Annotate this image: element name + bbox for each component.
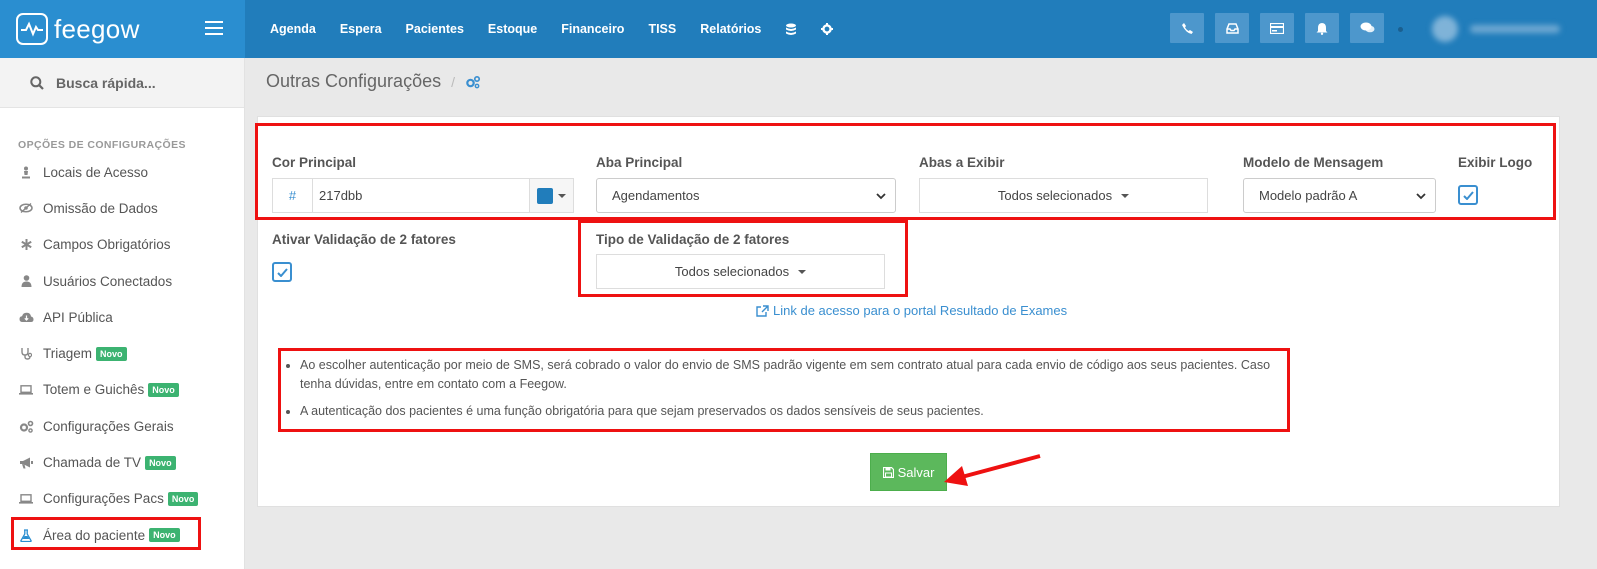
sidebar-item-label: Omissão de Dados (43, 200, 158, 216)
portal-link[interactable]: Link de acesso para o portal Resultado d… (756, 303, 1067, 318)
nav-estoque[interactable]: Estoque (488, 22, 537, 36)
user-name-blurred (1470, 25, 1560, 33)
nav-tiss[interactable]: TISS (648, 22, 676, 36)
main-nav: Agenda Espera Pacientes Estoque Financei… (270, 0, 857, 58)
validacao-2f-checkbox[interactable] (272, 262, 292, 282)
quick-search (0, 58, 244, 108)
save-button[interactable]: Salvar (870, 453, 947, 491)
gears-icon (466, 75, 481, 88)
sidebar-item-campos-obrigatorios[interactable]: Campos Obrigatórios (0, 227, 244, 263)
database-icon[interactable] (785, 23, 797, 36)
laptop-icon (18, 383, 34, 397)
new-badge: Novo (96, 346, 127, 361)
save-label: Salvar (897, 464, 935, 480)
sidebar-item-label: Totem e Guichês (43, 382, 145, 398)
sidebar-list: Locais de Acesso Omissão de Dados Campos… (0, 154, 244, 553)
top-bar: feegow Agenda Espera Pacientes Estoque F… (0, 0, 1597, 58)
sidebar-item-chamada-tv[interactable]: Chamada de TV Novo (0, 444, 244, 480)
asterisk-icon (18, 238, 34, 252)
breadcrumb-separator: / (451, 73, 455, 90)
nav-espera[interactable]: Espera (340, 22, 382, 36)
validacao-2f-label: Ativar Validação de 2 fatores (272, 232, 456, 247)
stethoscope-icon (18, 347, 34, 361)
heartbeat-logo-icon (16, 13, 48, 45)
sidebar-item-omissao-dados[interactable]: Omissão de Dados (0, 190, 244, 226)
chat-icon[interactable] (1350, 13, 1384, 43)
phone-icon[interactable] (1170, 13, 1204, 43)
eye-slash-icon (18, 201, 34, 215)
status-dot (1398, 27, 1403, 32)
arrow-annotation-icon (944, 454, 1041, 486)
bullhorn-icon (18, 456, 34, 470)
laptop-icon (18, 492, 34, 506)
highlight-box-row1 (255, 123, 1556, 220)
card-icon[interactable] (1260, 13, 1294, 43)
user-menu[interactable] (1432, 16, 1572, 42)
portal-link-text: Link de acesso para o portal Resultado d… (773, 303, 1068, 318)
nav-relatorios[interactable]: Relatórios (700, 22, 761, 36)
sidebar-item-configuracoes-gerais[interactable]: Configurações Gerais (0, 408, 244, 444)
check-icon (276, 267, 288, 277)
nav-agenda[interactable]: Agenda (270, 22, 316, 36)
breadcrumb: Outras Configurações / (266, 71, 481, 92)
brand-name: feegow (54, 13, 140, 44)
sidebar-item-label: Usuários Conectados (43, 273, 173, 289)
sidebar-item-totem-guiches[interactable]: Totem e Guichês Novo (0, 372, 244, 408)
sidebar-item-configuracoes-pacs[interactable]: Configurações Pacs Novo (0, 481, 244, 517)
external-link-icon (756, 304, 769, 317)
highlight-box-sidebar (11, 517, 201, 550)
sidebar-item-triagem[interactable]: Triagem Novo (0, 335, 244, 371)
sidebar-item-label: API Pública (43, 309, 113, 325)
highlight-box-tipo-validacao (578, 220, 908, 297)
user-icon (18, 274, 34, 288)
menu-toggle-icon[interactable] (205, 21, 223, 35)
sidebar: OPÇÕES DE CONFIGURAÇÕES Locais de Acesso… (0, 58, 245, 569)
sidebar-item-label: Chamada de TV (43, 455, 142, 471)
bell-icon[interactable] (1305, 13, 1339, 43)
floppy-disk-icon (882, 466, 894, 478)
gears-icon (18, 419, 34, 433)
cloud-icon (18, 310, 34, 324)
gear-icon[interactable] (821, 23, 834, 35)
sidebar-item-usuarios-conectados[interactable]: Usuários Conectados (0, 263, 244, 299)
search-icon (30, 75, 44, 90)
new-badge: Novo (167, 491, 199, 506)
sidebar-item-locais-acesso[interactable]: Locais de Acesso (0, 154, 244, 190)
sidebar-item-label: Campos Obrigatórios (43, 237, 171, 253)
highlight-box-notes (278, 348, 1290, 432)
sidebar-section-title: OPÇÕES DE CONFIGURAÇÕES (18, 139, 186, 151)
search-input[interactable] (56, 74, 236, 91)
sidebar-item-api-publica[interactable]: API Pública (0, 299, 244, 335)
sidebar-item-label: Configurações Gerais (43, 418, 174, 434)
sidebar-item-label: Configurações Pacs (43, 491, 164, 507)
new-badge: Novo (145, 455, 176, 470)
sidebar-item-label: Triagem (43, 346, 93, 362)
avatar (1432, 16, 1458, 42)
nav-financeiro[interactable]: Financeiro (561, 22, 624, 36)
inbox-icon[interactable] (1215, 13, 1249, 43)
page-title: Outras Configurações (266, 71, 442, 91)
sidebar-item-label: Locais de Acesso (43, 164, 149, 180)
new-badge: Novo (148, 382, 179, 397)
nav-pacientes[interactable]: Pacientes (406, 22, 464, 36)
person-icon (18, 165, 34, 179)
top-buttons (1170, 13, 1395, 43)
brand[interactable]: feegow (0, 0, 245, 58)
